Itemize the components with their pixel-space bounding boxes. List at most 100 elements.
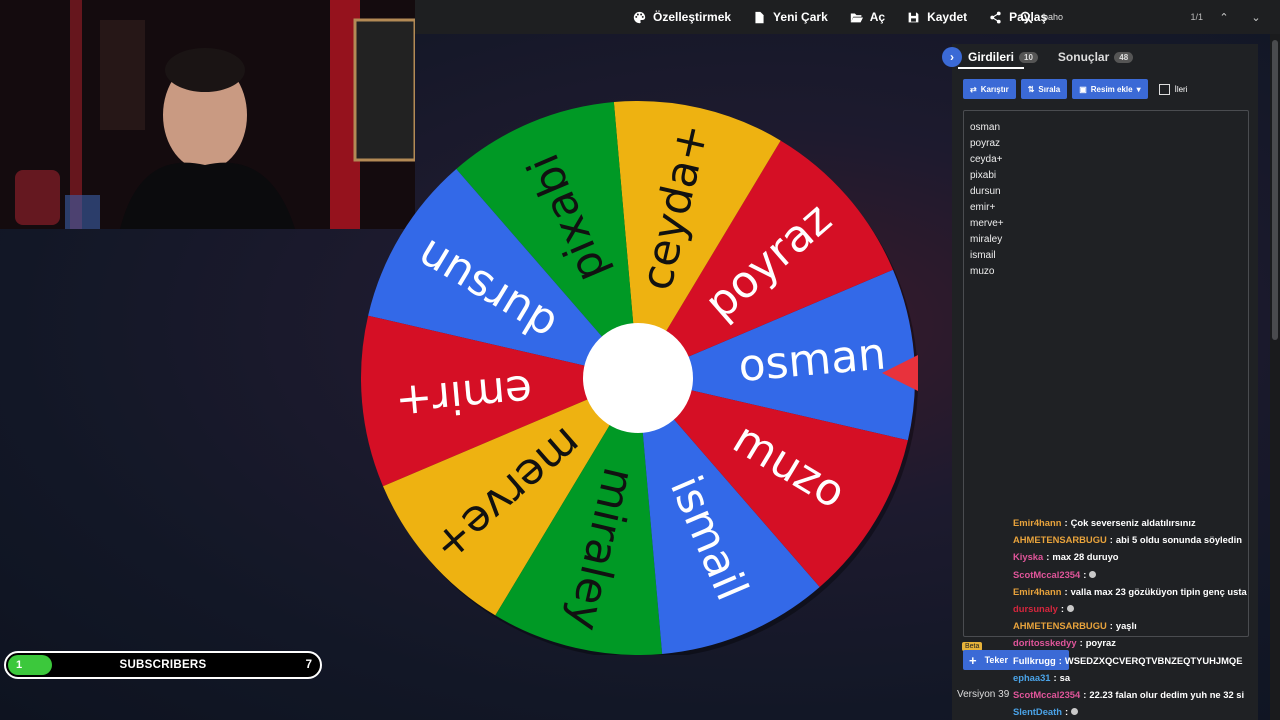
chat-username: SlentDeath — [1013, 706, 1062, 718]
chat-message: ScotMccal2354: — [1013, 566, 1280, 583]
chat-text: WSEDZXQCVERQTVBNZEQTYUHJMQE — [1064, 654, 1243, 666]
entry-item: muzo — [970, 266, 995, 277]
advanced-label: İleri — [1174, 84, 1188, 94]
entry-item: pixabi — [970, 170, 997, 181]
shuffle-button[interactable]: ⇄ Karıştır — [963, 79, 1016, 99]
add-image-label: Resim ekle — [1090, 84, 1133, 94]
chevron-down-icon: ⌄ — [1251, 11, 1261, 24]
chat-overlay: Emir4hann: Çok severseniz aldatılırsınız A… — [1013, 514, 1280, 720]
find-previous-button[interactable]: ⌃ — [1213, 6, 1235, 28]
advanced-checkbox[interactable]: İleri — [1158, 83, 1188, 95]
chat-text: sa — [1059, 671, 1071, 683]
chat-message: Fullkrugg: WSEDZXQCVERQTVBNZEQTYUHJMQE — [1013, 652, 1280, 669]
chat-text: yaşlı — [1115, 620, 1137, 632]
image-icon: ▣ — [1079, 84, 1087, 94]
entries-list: osman poyraz ceyda+ pixabi dursun emir+ merve+… — [964, 111, 1248, 280]
folder-open-icon — [850, 12, 863, 22]
add-wheel-label: Teker — [984, 655, 1008, 665]
panel-tabs: › Girdileri 10 Sonuçlar 48 — [942, 46, 1147, 68]
chat-message: ephaa31: sa — [1013, 669, 1280, 686]
chat-separator: : — [1079, 637, 1083, 649]
chat-message: doritosskedyy: poyraz — [1013, 634, 1280, 651]
chat-text: poyraz — [1085, 637, 1116, 649]
sort-label: Sırala — [1038, 84, 1061, 94]
entry-item: dursun — [970, 186, 1001, 197]
chat-separator: : — [1083, 689, 1087, 701]
top-toolbar: Özelleştirmek Yeni Çark Aç Kaydet Paylaş… — [415, 0, 1280, 34]
shuffle-icon: ⇄ — [970, 84, 977, 94]
collapse-panel-button[interactable]: › — [942, 47, 962, 67]
chat-message: Emir4hann: Çok severseniz aldatılırsınız — [1013, 514, 1280, 531]
chat-message: ScotMccal2354:22.23 falan olur dedim yuh… — [1013, 686, 1280, 703]
save-icon — [908, 12, 919, 22]
plus-icon: + — [969, 652, 977, 668]
chat-separator: : — [1064, 585, 1068, 597]
webcam-overlay — [0, 0, 415, 229]
chat-username: doritosskedyy — [1013, 637, 1077, 649]
chat-separator: : — [1064, 517, 1068, 528]
chat-text: 22.23 falan olur dedim yuh ne 32 si — [1089, 689, 1245, 701]
chat-separator: : — [1109, 534, 1113, 546]
entry-item: emir+ — [970, 202, 996, 213]
active-tab-indicator — [958, 67, 1024, 69]
entries-actions: ⇄ Karıştır ⇅ Sırala ▣ Resim ekle ▾ İleri — [963, 79, 1188, 99]
chat-text: max 28 duruyo — [1052, 551, 1119, 563]
save-label: Kaydet — [927, 10, 968, 24]
tab-entries[interactable]: Girdileri 10 — [968, 50, 1038, 64]
entry-item: merve+ — [970, 218, 1004, 229]
entry-item: ceyda+ — [970, 154, 1003, 165]
find-bar: baho 1/1 ⌃ ⌄ ✕ — [1020, 0, 1280, 34]
tab-results-label: Sonuçlar — [1057, 50, 1110, 64]
chat-username: dursunaly — [1013, 603, 1058, 615]
chat-separator: : — [1083, 568, 1087, 580]
caret-down-icon: ▾ — [1136, 84, 1141, 94]
chat-username: ScotMccal2354 — [1013, 568, 1081, 580]
new-wheel-label: Yeni Çark — [773, 10, 828, 24]
webcam-feed — [0, 0, 415, 229]
sort-button[interactable]: ⇅ Sırala — [1020, 79, 1068, 99]
chat-message: AHMETENSARBUGU: yaşlı — [1013, 617, 1280, 634]
tab-results[interactable]: Sonuçlar 48 — [1057, 50, 1134, 64]
search-icon — [1020, 11, 1033, 23]
chat-separator: : — [1060, 603, 1064, 615]
subscriber-goal-bar: 1 SUBSCRIBERS 7 — [4, 651, 322, 679]
version-label: Versiyon 39 — [957, 689, 1010, 700]
share-icon — [990, 11, 1001, 23]
new-wheel-button[interactable]: Yeni Çark — [753, 10, 828, 24]
sort-icon: ⇅ — [1027, 84, 1035, 94]
entry-item: osman — [970, 122, 1001, 133]
chat-username: AHMETENSARBUGU — [1013, 620, 1107, 632]
customize-button[interactable]: Özelleştirmek — [633, 10, 731, 24]
chevron-up-icon: ⌃ — [1219, 11, 1229, 24]
page-scrollbar-thumb[interactable] — [1272, 40, 1278, 340]
open-button[interactable]: Aç — [850, 10, 885, 24]
file-icon — [755, 11, 764, 23]
chat-username: Emir4hann — [1013, 517, 1062, 528]
entry-item: poyraz — [970, 138, 1001, 149]
chat-username: ScotMccal2354 — [1013, 689, 1081, 701]
chat-separator: : — [1053, 671, 1057, 683]
chat-text: Çok severseniz aldatılırsınız — [1070, 517, 1196, 528]
find-next-button[interactable]: ⌄ — [1245, 6, 1267, 28]
spin-wheel[interactable]: osmanpoyrazceyda+pixabidursunemir+merve+… — [355, 95, 955, 655]
chat-separator: : — [1046, 551, 1050, 563]
chat-message: Kiyska: max 28 duruyo — [1013, 548, 1280, 565]
find-input[interactable]: baho — [1043, 12, 1153, 22]
find-count: 1/1 — [1190, 12, 1203, 22]
chat-message: dursunaly: — [1013, 600, 1280, 617]
open-label: Aç — [869, 10, 886, 24]
entries-count-badge: 10 — [1019, 51, 1038, 63]
entry-item: miraley — [970, 234, 1003, 245]
chat-separator: : — [1058, 654, 1062, 666]
chat-username: Kiyska — [1013, 551, 1044, 563]
add-image-button[interactable]: ▣ Resim ekle ▾ — [1072, 79, 1148, 99]
chevron-right-icon: › — [950, 50, 954, 64]
chat-username: Fullkrugg — [1013, 654, 1056, 666]
results-count-badge: 48 — [1114, 51, 1134, 63]
checkbox-box[interactable] — [1158, 83, 1170, 95]
chat-separator: : — [1109, 620, 1113, 632]
chat-username: ephaa31 — [1013, 671, 1051, 683]
wheel-center-hub[interactable] — [583, 323, 693, 433]
chat-username: AHMETENSARBUGU — [1013, 534, 1107, 546]
save-button[interactable]: Kaydet — [907, 10, 967, 24]
